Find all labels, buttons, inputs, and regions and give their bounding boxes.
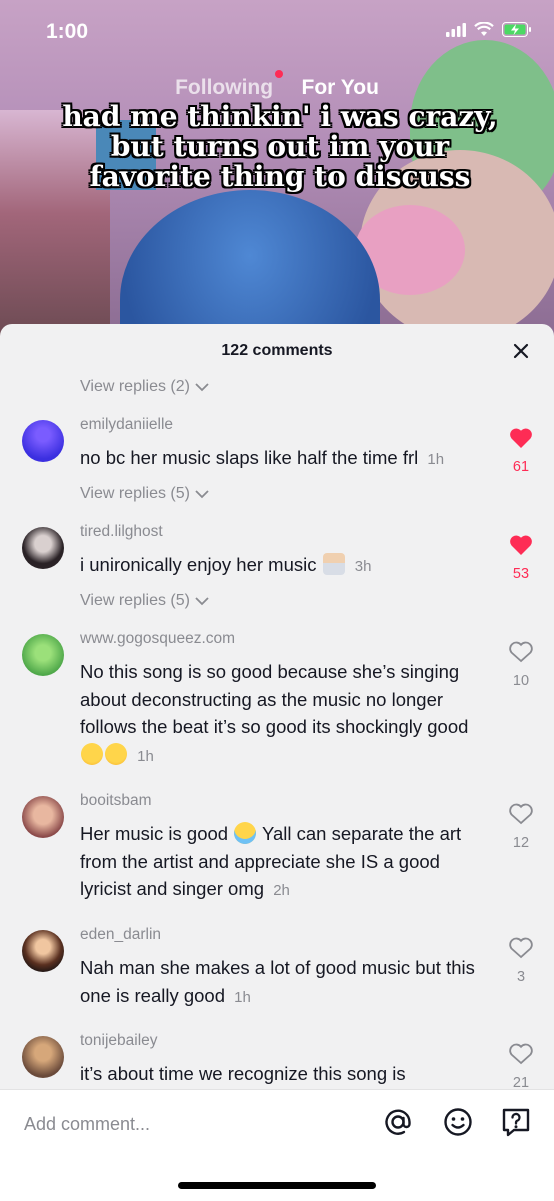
comment-body: Her music is good (80, 823, 229, 844)
status-time: 1:00 (46, 20, 89, 43)
avatar[interactable] (22, 420, 64, 462)
flushed-face-emoji (105, 742, 127, 765)
avatar[interactable] (22, 527, 64, 569)
avatar[interactable] (22, 634, 64, 676)
comment-text: it’s about time we recognize this song i… (80, 1060, 490, 1088)
like-count: 3 (516, 969, 526, 985)
at-mention-icon[interactable] (382, 1106, 414, 1138)
person-blue-hair (120, 190, 380, 340)
like-button[interactable]: 12 (508, 802, 534, 851)
avatar[interactable] (22, 930, 64, 972)
view-replies-label: View replies (5) (80, 592, 190, 609)
add-comment-input[interactable] (22, 1110, 366, 1138)
emoji-icon[interactable] (442, 1106, 474, 1138)
comment-username[interactable]: emilydaniielle (80, 416, 173, 434)
video-background[interactable]: 1:00 Following For You had me thinkin' i… (0, 0, 554, 340)
heart-icon (510, 428, 532, 448)
status-bar: 1:00 (0, 0, 554, 66)
comment-body: No this song is so good because she’s si… (80, 661, 469, 737)
heart-icon (509, 1043, 533, 1065)
close-icon[interactable] (510, 340, 532, 362)
comment-text: Nah man she makes a lot of good music bu… (80, 954, 490, 1011)
face-with-tears-of-joy-emoji (234, 822, 257, 844)
comment-list[interactable]: View replies (2) emilydaniielle no bc he… (0, 368, 554, 1088)
comments-count-title: 122 comments (221, 342, 333, 359)
like-button[interactable]: 61 (508, 426, 534, 475)
heart-icon (509, 937, 533, 959)
like-count: 21 (512, 1075, 530, 1088)
man-shrugging-emoji (322, 553, 345, 575)
heart-icon (509, 641, 533, 663)
comment-text: i unironically enjoy her music 3h (80, 551, 490, 581)
battery-charging-icon (502, 22, 531, 37)
status-icons (446, 22, 532, 37)
like-button[interactable]: 3 (508, 936, 534, 985)
like-button[interactable]: 10 (508, 640, 534, 689)
comment-body: Nah man she makes a lot of good music bu… (80, 957, 475, 1006)
comment-username[interactable]: tonijebailey (80, 1032, 158, 1050)
avatar[interactable] (22, 1036, 64, 1078)
comment-text: Her music is good Yall can separate the … (80, 820, 490, 905)
view-replies-button[interactable]: View replies (2) (80, 378, 210, 396)
signal-icon (446, 22, 466, 37)
feed-tabs: Following For You (0, 70, 554, 100)
comment-time: 3h (354, 558, 372, 575)
flushed-face-emoji (81, 742, 103, 765)
home-indicator (178, 1182, 376, 1189)
like-count: 61 (512, 459, 530, 475)
comment-text: No this song is so good because she’s si… (80, 658, 490, 770)
heart-icon (510, 535, 532, 555)
comment-time: 1h (137, 747, 154, 765)
chevron-down-icon (195, 490, 209, 499)
comment-username[interactable]: booitsbam (80, 792, 152, 810)
comment-username[interactable]: eden_darlin (80, 926, 161, 944)
view-replies-label: View replies (5) (80, 485, 190, 502)
wifi-icon (474, 22, 494, 36)
comment-body: no bc her music slaps like half the time… (80, 447, 419, 468)
comment-time: 1h (234, 988, 251, 1006)
like-button[interactable]: 53 (508, 533, 534, 582)
comment-username[interactable]: tired.lilghost (80, 523, 163, 541)
view-replies-button[interactable]: View replies (5) (80, 485, 210, 503)
notification-dot (275, 70, 284, 78)
tab-following-label: Following (175, 76, 274, 99)
comment-time: 2h (273, 882, 290, 899)
comment-time: 1h (427, 451, 445, 468)
view-replies-label: View replies (2) (80, 378, 190, 395)
video-caption: had me thinkin' i was crazy, but turns o… (62, 100, 498, 193)
comment-username[interactable]: www.gogosqueez.com (80, 630, 235, 648)
comment-composer (0, 1089, 554, 1201)
tab-following[interactable]: Following (175, 70, 284, 100)
question-icon[interactable] (500, 1106, 532, 1138)
avatar[interactable] (22, 796, 64, 838)
like-count: 53 (512, 566, 530, 582)
comment-body: i unironically enjoy her music (80, 554, 317, 575)
heart-icon (509, 803, 533, 825)
comment-body: it’s about time we recognize this song i… (80, 1063, 406, 1084)
chevron-down-icon (195, 383, 209, 392)
comment-text: no bc her music slaps like half the time… (80, 444, 490, 474)
like-count: 10 (512, 673, 530, 689)
like-count: 12 (512, 835, 530, 851)
chevron-down-icon (195, 597, 209, 606)
tab-for-you[interactable]: For You (302, 76, 379, 100)
view-replies-button[interactable]: View replies (5) (80, 592, 210, 610)
comments-sheet: 122 comments View replies (2) emilydanii… (0, 324, 554, 1200)
like-button[interactable]: 21 (508, 1042, 534, 1088)
